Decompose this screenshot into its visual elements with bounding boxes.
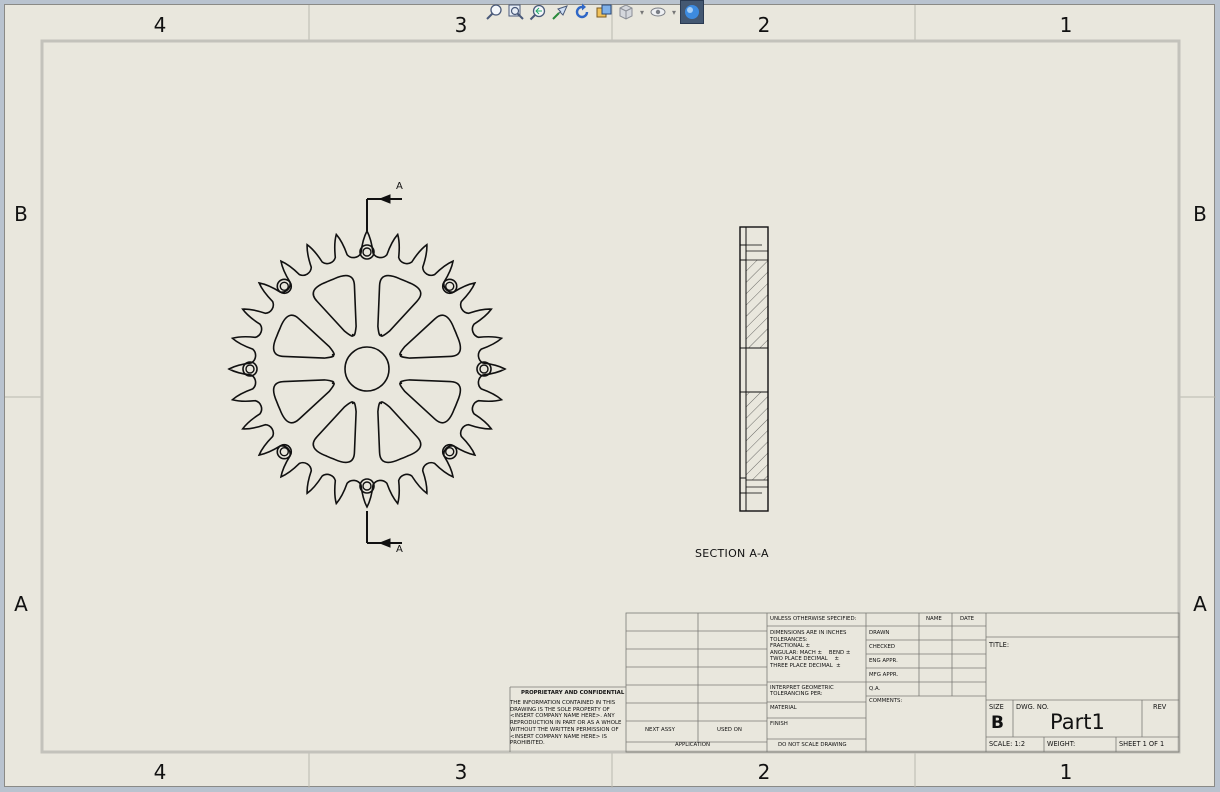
- spoke-window: [312, 401, 357, 464]
- spoke-window: [312, 274, 357, 337]
- drawn-label: DRAWN: [869, 630, 890, 636]
- zone-row-label: B: [1193, 202, 1207, 226]
- select-icon[interactable]: [550, 2, 570, 22]
- material-label: MATERIAL: [770, 705, 797, 711]
- size-value: B: [991, 713, 1004, 733]
- center-bore: [344, 346, 390, 392]
- bolt-hole: [362, 481, 372, 491]
- view-orientation-icon[interactable]: [594, 2, 614, 22]
- rev-label: REV: [1153, 703, 1167, 711]
- bolt-hole: [359, 244, 375, 260]
- bolt-hole: [279, 447, 289, 457]
- spoke-window: [377, 401, 422, 464]
- zoom-to-fit-icon[interactable]: [484, 2, 504, 22]
- spoke-window: [272, 314, 335, 359]
- spoke-window: [272, 379, 335, 424]
- bolt-hole: [362, 247, 372, 257]
- bolt-hole: [479, 364, 489, 374]
- heads-up-view-toolbar: ▾ ▾: [484, 0, 744, 24]
- zone-column-label: 2: [757, 13, 771, 37]
- zoom-to-area-icon[interactable]: [506, 2, 526, 22]
- sprocket-teeth-outline: [227, 229, 507, 509]
- spoke-window: [399, 379, 462, 424]
- scale-label: SCALE: 1:2: [989, 740, 1026, 748]
- zone-column-label: 4: [153, 13, 167, 37]
- bolt-hole: [245, 364, 255, 374]
- dwg-no-value[interactable]: Part1: [1050, 712, 1105, 733]
- hide-show-icon[interactable]: [648, 2, 668, 22]
- zone-dividers: [5, 5, 1216, 788]
- rotate-icon[interactable]: [572, 2, 592, 22]
- zone-column-label: 4: [153, 760, 167, 784]
- zone-column-label: 2: [757, 760, 771, 784]
- zoom-previous-icon[interactable]: [528, 2, 548, 22]
- do-not-scale-label: DO NOT SCALE DRAWING: [778, 742, 847, 748]
- chevron-down-icon[interactable]: ▾: [670, 2, 678, 22]
- appearance-icon[interactable]: [680, 0, 704, 24]
- zone-row-label: A: [1193, 592, 1207, 616]
- next-assy-label: NEXT ASSY: [645, 727, 675, 733]
- section-arrow-top[interactable]: [366, 194, 402, 231]
- zone-column-label: 1: [1059, 13, 1073, 37]
- zone-column-label: 3: [454, 760, 468, 784]
- checked-label: CHECKED: [869, 644, 896, 650]
- sheet-label: SHEET 1 OF 1: [1119, 740, 1165, 748]
- bolt-hole: [279, 281, 289, 291]
- drawing-sheet[interactable]: 4 3 2 1 4 3 2 1 B B A A A A SECTION A-A …: [4, 4, 1216, 788]
- bolt-hole: [242, 361, 258, 377]
- bolt-hole: [476, 361, 492, 377]
- section-arrow-letter: A: [396, 544, 403, 555]
- bolt-hole: [445, 447, 455, 457]
- dwg-no-label: DWG. NO.: [1016, 703, 1049, 711]
- name-column-header: NAME: [926, 616, 942, 622]
- section-view-label[interactable]: SECTION A-A: [695, 548, 769, 559]
- drawing-canvas[interactable]: [5, 5, 1216, 788]
- zone-column-label: 1: [1059, 760, 1073, 784]
- interpret-tolerancing: INTERPRET GEOMETRIC TOLERANCING PER:: [770, 685, 834, 698]
- section-arrow-bottom[interactable]: [366, 511, 402, 548]
- mfg-appr-label: MFG APPR.: [869, 672, 899, 678]
- application-label: APPLICATION: [675, 742, 710, 748]
- proprietary-text: THE INFORMATION CONTAINED IN THIS DRAWIN…: [510, 700, 622, 747]
- bolt-hole: [445, 281, 455, 291]
- eng-appr-label: ENG APPR.: [869, 658, 898, 664]
- date-column-header: DATE: [960, 616, 975, 622]
- spoke-window: [399, 314, 462, 359]
- proprietary-title: PROPRIETARY AND CONFIDENTIAL: [521, 690, 625, 696]
- spoke-window: [377, 274, 422, 337]
- zone-row-label: B: [14, 202, 28, 226]
- section-arrow-letter: A: [396, 181, 403, 192]
- zone-row-label: A: [14, 592, 28, 616]
- sprocket-front-view[interactable]: [227, 229, 507, 509]
- comments-label: COMMENTS:: [869, 698, 903, 704]
- finish-label: FINISH: [770, 721, 788, 727]
- chevron-down-icon[interactable]: ▾: [638, 2, 646, 22]
- used-on-label: USED ON: [717, 727, 742, 733]
- qa-label: Q.A.: [869, 686, 881, 692]
- zone-column-label: 3: [454, 13, 468, 37]
- dimensions-tolerances: DIMENSIONS ARE IN INCHES TOLERANCES: FRA…: [770, 630, 851, 669]
- unless-specified-label: UNLESS OTHERWISE SPECIFIED:: [770, 616, 857, 622]
- display-style-icon[interactable]: [616, 2, 636, 22]
- section-view-a-a[interactable]: [739, 226, 769, 512]
- bolt-hole: [359, 478, 375, 494]
- size-label: SIZE: [989, 703, 1004, 711]
- weight-label: WEIGHT:: [1047, 740, 1076, 748]
- title-label[interactable]: TITLE:: [989, 642, 1009, 649]
